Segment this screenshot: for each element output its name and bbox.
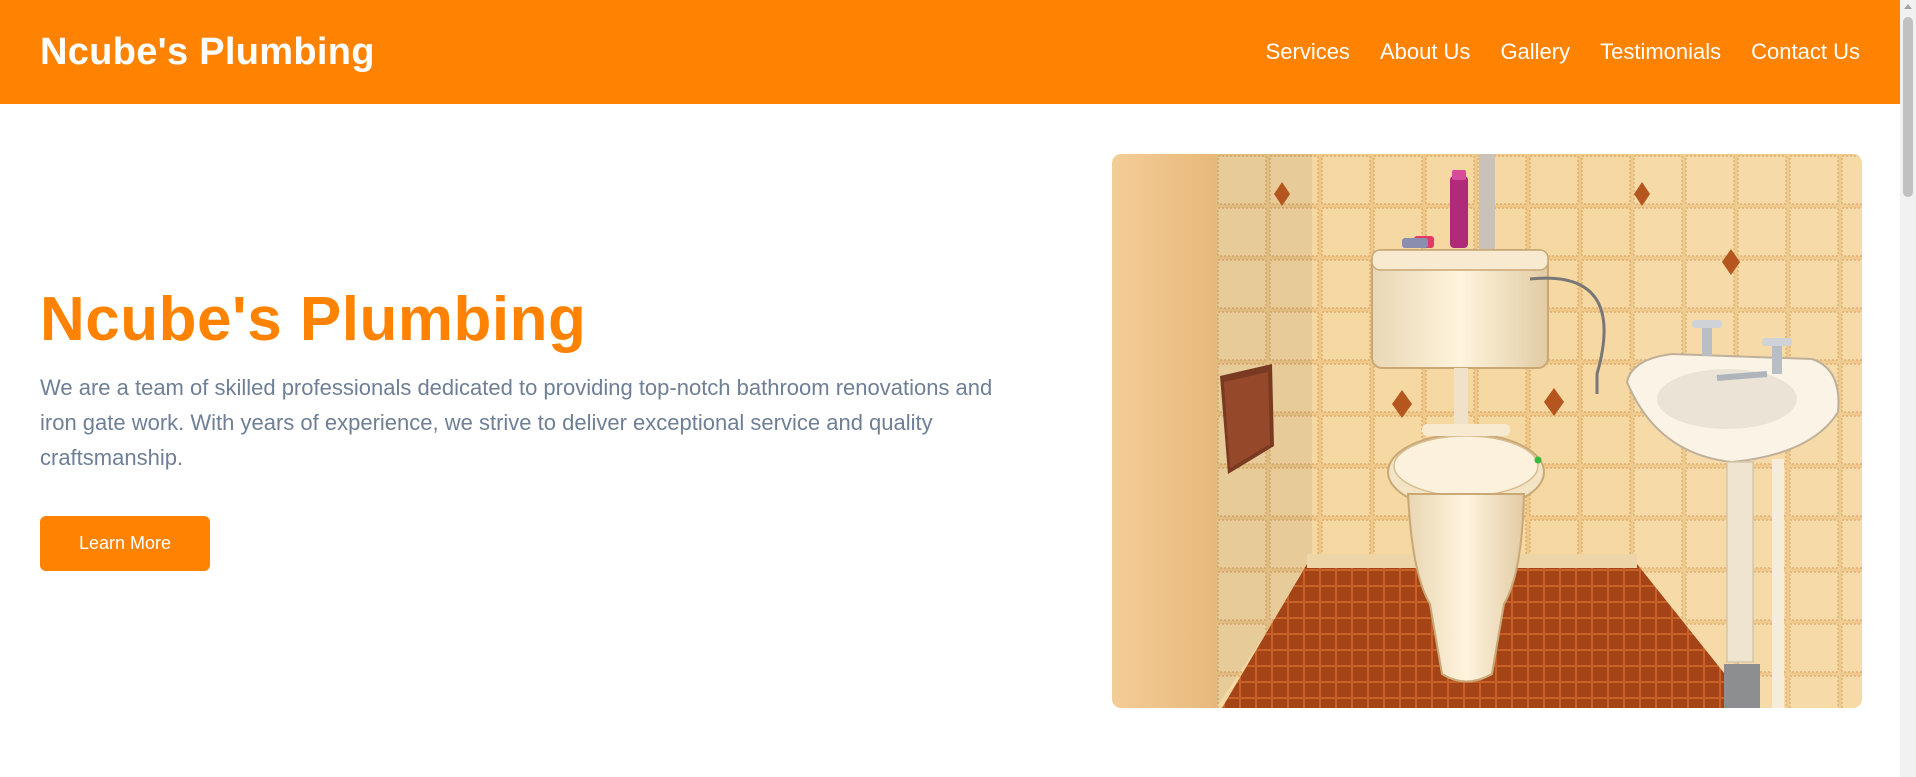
vertical-scrollbar[interactable]	[1900, 0, 1916, 777]
bathroom-photo	[1112, 154, 1862, 708]
chevron-up-icon[interactable]	[1904, 4, 1912, 9]
nav-link-about-us[interactable]: About Us	[1380, 39, 1471, 65]
scrollbar-thumb[interactable]	[1903, 17, 1913, 197]
main-nav: Services About Us Gallery Testimonials C…	[1266, 39, 1860, 65]
nav-link-testimonials[interactable]: Testimonials	[1600, 39, 1721, 65]
nav-link-gallery[interactable]: Gallery	[1500, 39, 1570, 65]
nav-link-services[interactable]: Services	[1266, 39, 1350, 65]
nav-link-contact-us[interactable]: Contact Us	[1751, 39, 1860, 65]
hero-description: We are a team of skilled professionals d…	[40, 375, 993, 470]
site-header: Ncube's Plumbing Services About Us Galle…	[0, 0, 1900, 104]
hero-title: Ncube's Plumbing	[40, 285, 587, 354]
page: Ncube's Plumbing Services About Us Galle…	[0, 0, 1916, 777]
learn-more-button[interactable]: Learn More	[40, 516, 210, 571]
brand-logo-text[interactable]: Ncube's Plumbing	[40, 31, 375, 74]
hero-text-block: Ncube's Plumbing We are a team of skille…	[40, 282, 1040, 475]
